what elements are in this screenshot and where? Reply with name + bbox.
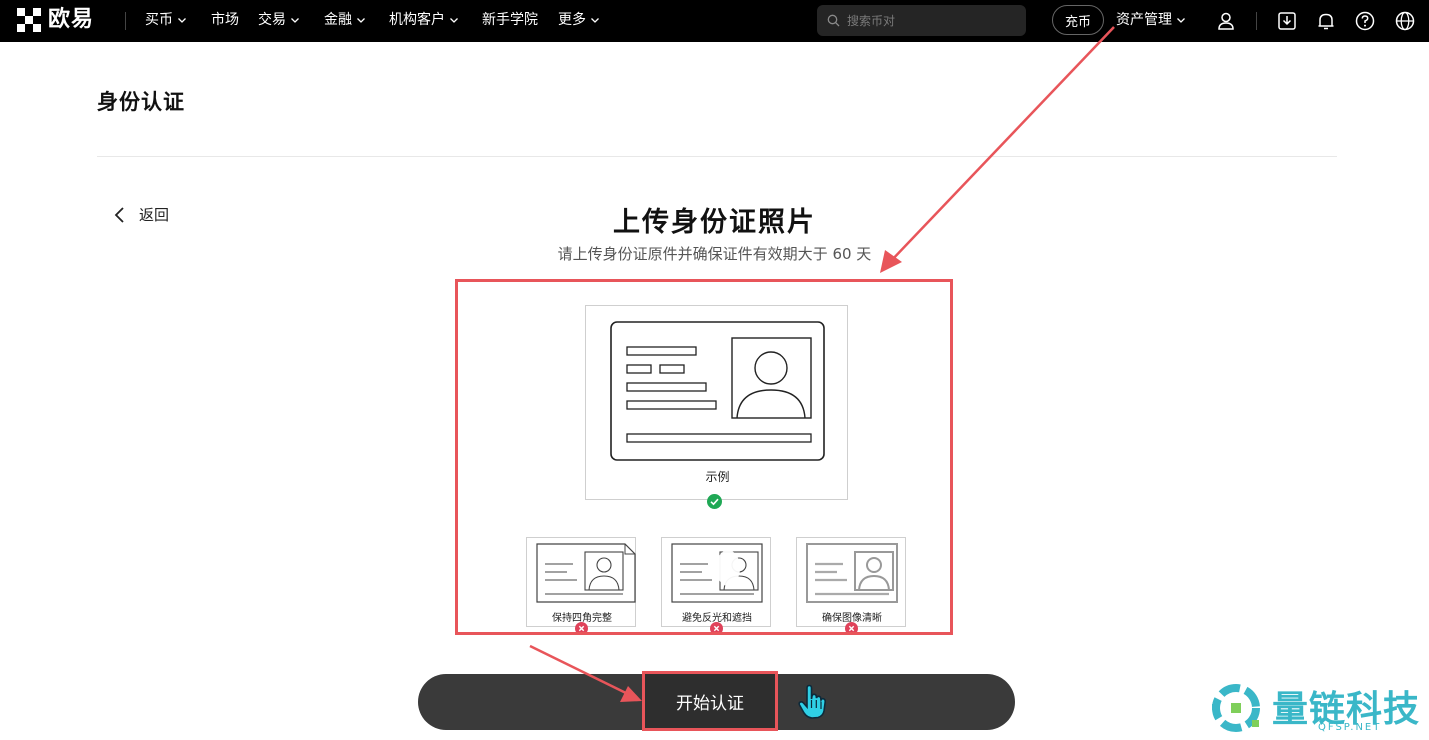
watermark: 量链科技 QFSP.NET (1208, 678, 1428, 738)
annotation-arrows (529, 26, 1115, 702)
watermark-logo-icon (1212, 684, 1260, 732)
watermark-subtext: QFSP.NET (1318, 722, 1382, 733)
